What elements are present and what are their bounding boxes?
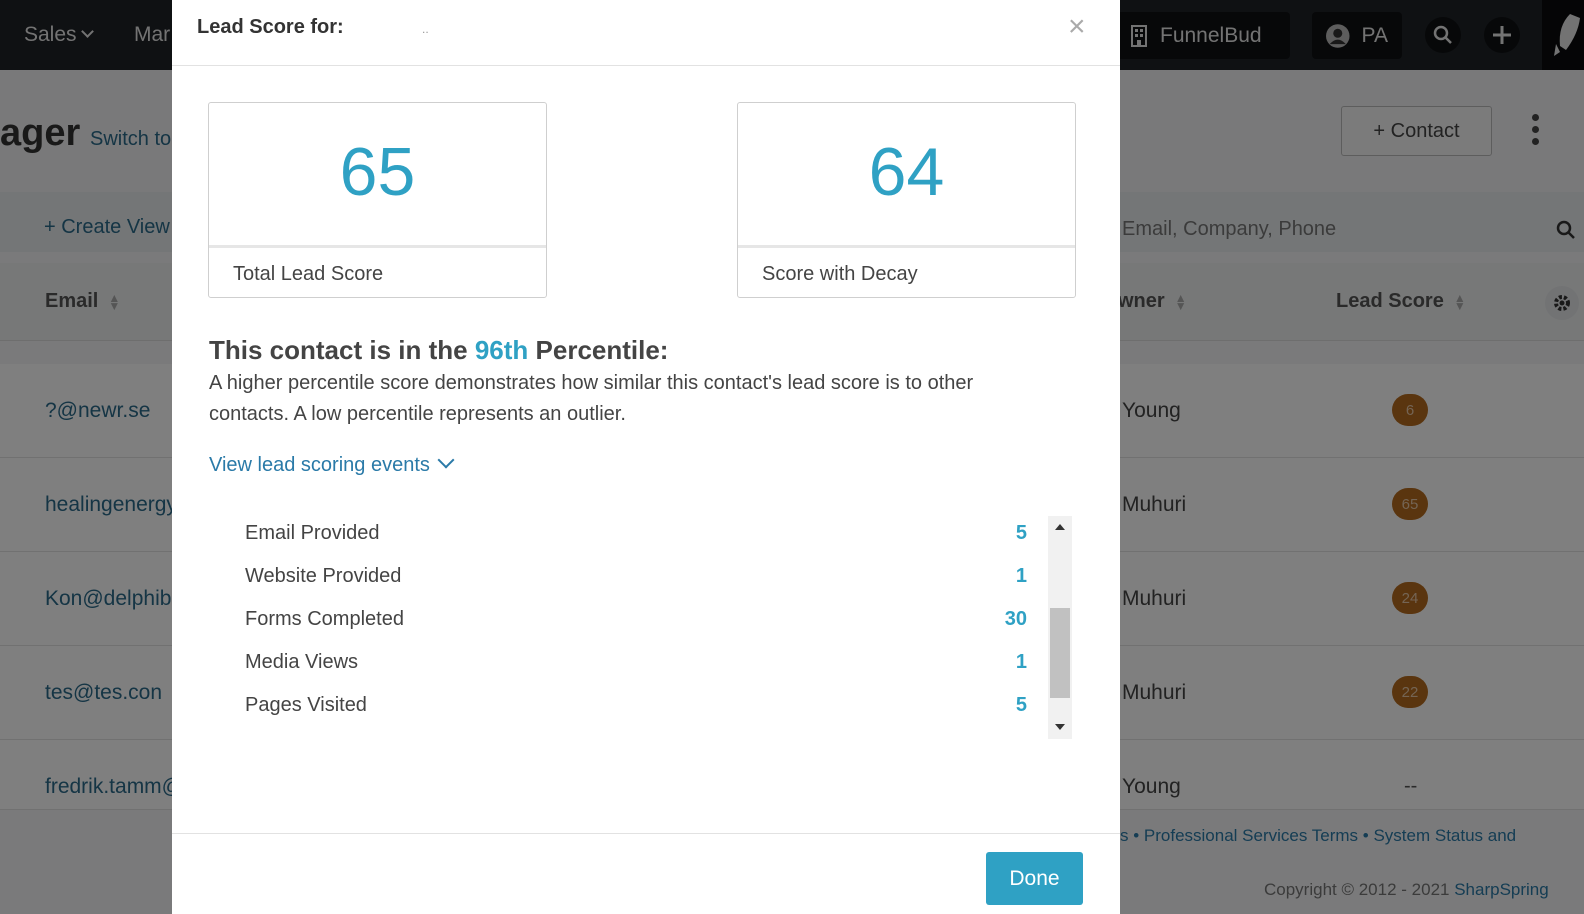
view-lead-scoring-events-toggle[interactable]: View lead scoring events (209, 451, 455, 477)
percentile-prefix: This contact is in the (209, 335, 475, 365)
close-icon[interactable]: × (1068, 12, 1086, 42)
event-label: Media Views (245, 651, 359, 673)
scrollbar-thumb[interactable] (1050, 608, 1070, 698)
list-item: Website Provided 1 (245, 555, 1027, 598)
score-with-decay-value: 64 (868, 134, 945, 210)
event-value: 1 (1015, 651, 1027, 673)
event-label: Pages Visited (245, 694, 367, 716)
percentile-suffix: Percentile: (528, 335, 669, 365)
score-with-decay-card: 64 Score with Decay (737, 102, 1076, 298)
view-lead-scoring-events-label: View lead scoring events (209, 454, 430, 476)
score-with-decay-label: Score with Decay (762, 263, 918, 285)
event-label: Email Provided (245, 522, 380, 544)
total-lead-score-card: 65 Total Lead Score (208, 102, 547, 298)
scroll-down-arrow-icon[interactable] (1055, 724, 1065, 730)
event-value: 1 (1015, 565, 1027, 587)
contact-name: .. (422, 22, 429, 36)
scroll-up-arrow-icon[interactable] (1055, 524, 1065, 530)
done-button[interactable]: Done (986, 852, 1083, 905)
lead-score-modal: Lead Score for: .. × 65 Total Lead Score… (172, 0, 1120, 914)
list-item: Email Provided 5 (245, 512, 1027, 555)
chevron-down-icon (437, 451, 455, 469)
percentile-value: 96th (474, 335, 529, 365)
event-label: Website Provided (245, 565, 402, 587)
list-item: Pages Visited 5 (245, 684, 1027, 727)
lead-scoring-events-list: Email Provided 5 Website Provided 1 Forms … (245, 512, 1027, 727)
event-value: 5 (1015, 522, 1027, 544)
divider (738, 245, 1075, 248)
list-item: Media Views 1 (245, 641, 1027, 684)
event-value: 5 (1015, 694, 1027, 716)
total-lead-score-value: 65 (339, 134, 416, 210)
total-lead-score-label: Total Lead Score (233, 263, 384, 285)
events-scrollbar[interactable] (1048, 516, 1072, 739)
divider (209, 245, 546, 248)
list-item: Forms Completed 30 (245, 598, 1027, 641)
percentile-heading: This contact is in the 96th Percentile: (209, 335, 668, 366)
percentile-description: A higher percentile score demonstrates h… (209, 372, 974, 425)
modal-footer: Done (172, 833, 1120, 914)
modal-header: Lead Score for: .. × (172, 0, 1120, 66)
event-label: Forms Completed (245, 608, 404, 630)
event-value: 30 (1004, 608, 1027, 630)
modal-title: Lead Score for: (197, 16, 344, 38)
